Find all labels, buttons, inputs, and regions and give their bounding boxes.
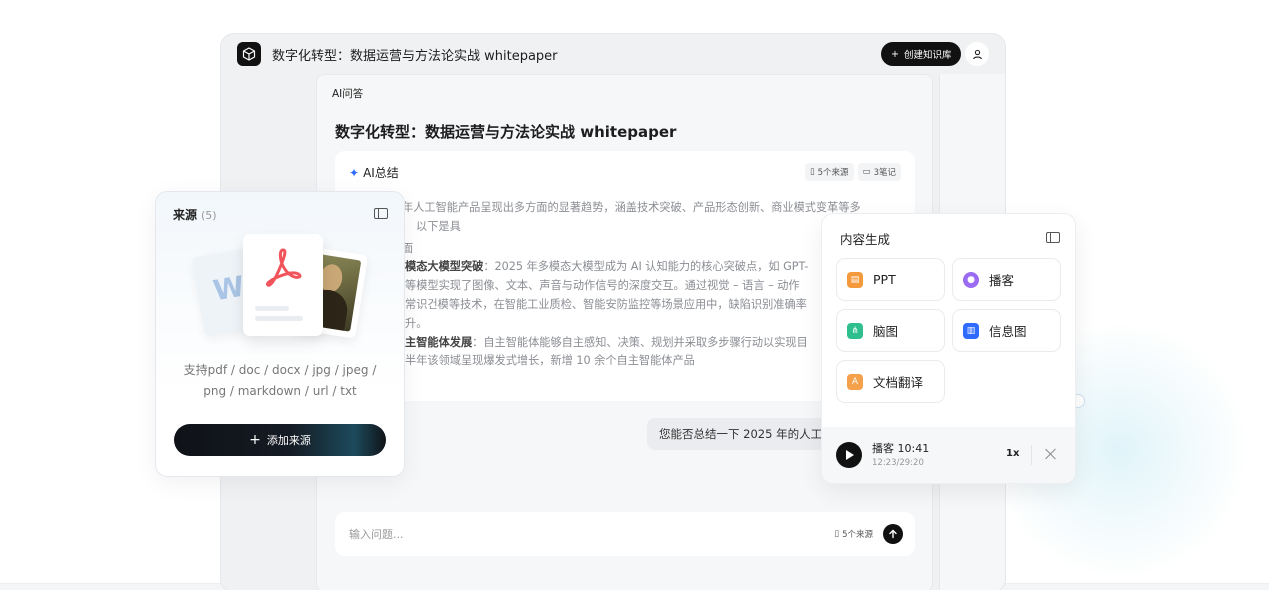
summary-heading: AI总结 — [363, 166, 399, 180]
user-avatar-button[interactable] — [965, 42, 989, 66]
document-icon: ▯ — [809, 167, 815, 177]
generate-translation-button[interactable]: A 文档翻译 — [836, 360, 945, 403]
generate-mindmap-button[interactable]: ⋔ 脑图 — [836, 309, 945, 352]
plus-icon: + — [249, 432, 261, 448]
file-types-illustration: W — [191, 230, 369, 340]
send-button[interactable] — [883, 524, 903, 544]
summary-badges: ▯ 5个来源 ▭ 3笔记 — [804, 163, 901, 181]
close-icon[interactable] — [1044, 447, 1058, 461]
arrow-up-icon — [889, 529, 897, 539]
content-generation-panel: 内容生成 ▤ PPT ● 播客 ⋔ 脑图 ▥ 信息图 A 文档翻译 播客 10:… — [821, 213, 1076, 484]
mindmap-icon: ⋔ — [847, 322, 863, 339]
notes-badge[interactable]: ▭ 3笔记 — [857, 163, 901, 181]
divider — [1031, 445, 1032, 465]
title-bar: 数字化转型：数据运营与方法论实战 whitepaper + 创建知识库 — [221, 34, 1005, 74]
input-sources-count[interactable]: ▯ 5个来源 — [834, 528, 873, 540]
play-button[interactable] — [836, 442, 862, 468]
create-button-label: 创建知识库 — [903, 50, 952, 61]
sources-badge[interactable]: ▯ 5个来源 — [804, 163, 854, 181]
app-logo-icon[interactable] — [237, 42, 261, 66]
podcast-player: 播客 10:41 12:23/29:20 1x — [822, 427, 1075, 483]
sparkle-icon: ✦ — [349, 165, 360, 180]
user-question-bubble: 您能否总结一下 2025 年的人工 — [647, 418, 835, 450]
panel-toggle-icon[interactable] — [1046, 232, 1060, 243]
add-source-button[interactable]: + 添加来源 — [174, 424, 386, 456]
page-title: 数字化转型：数据运营与方法论实战 whitepaper — [335, 123, 677, 141]
add-source-label: 添加来源 — [266, 434, 311, 447]
podcast-time: 12:23/29:20 — [872, 458, 924, 468]
create-knowledge-base-button[interactable]: + 创建知识库 — [881, 42, 962, 66]
tab-ai-qa[interactable]: AI问答 — [332, 86, 363, 101]
panel-toggle-icon[interactable] — [374, 208, 388, 219]
generate-infographic-button[interactable]: ▥ 信息图 — [952, 309, 1061, 352]
supported-formats-text: 支持pdf / doc / docx / jpg / jpeg / png / … — [183, 363, 377, 398]
sources-header: 来源 (5) — [173, 208, 217, 222]
microphone-icon: ● — [963, 271, 979, 288]
generate-podcast-button[interactable]: ● 播客 — [952, 258, 1061, 301]
question-input[interactable]: 输入问题... — [349, 526, 404, 542]
playback-speed-button[interactable]: 1x — [1006, 448, 1019, 459]
plus-icon: + — [891, 48, 899, 60]
pdf-file-icon — [243, 234, 323, 336]
generate-ppt-button[interactable]: ▤ PPT — [836, 258, 945, 301]
podcast-title: 播客 10:41 — [872, 442, 930, 455]
book-icon: ▭ — [862, 167, 871, 177]
user-icon — [972, 49, 982, 59]
question-input-bar[interactable]: 输入问题... ▯ 5个来源 — [335, 512, 915, 556]
summary-header: ✦ AI总结 — [349, 164, 399, 181]
infographic-icon: ▥ — [963, 322, 979, 339]
window-title: 数字化转型：数据运营与方法论实战 whitepaper — [272, 48, 558, 64]
generation-title: 内容生成 — [840, 232, 891, 247]
translate-icon: A — [847, 373, 863, 390]
sources-card: 来源 (5) W 支持pdf / doc / docx / jpg / jpeg … — [155, 191, 405, 477]
ppt-icon: ▤ — [847, 271, 863, 288]
document-icon: ▯ — [834, 529, 840, 539]
